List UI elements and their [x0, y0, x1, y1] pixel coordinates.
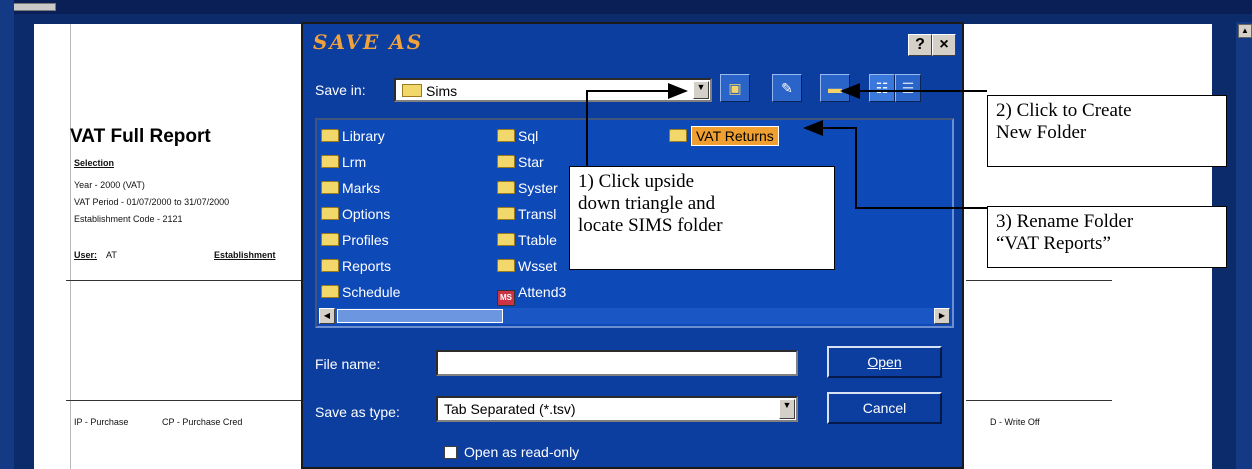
callout-arrows: [586, 83, 987, 209]
arrow-1: [586, 83, 688, 166]
arrow-3: [803, 120, 987, 209]
